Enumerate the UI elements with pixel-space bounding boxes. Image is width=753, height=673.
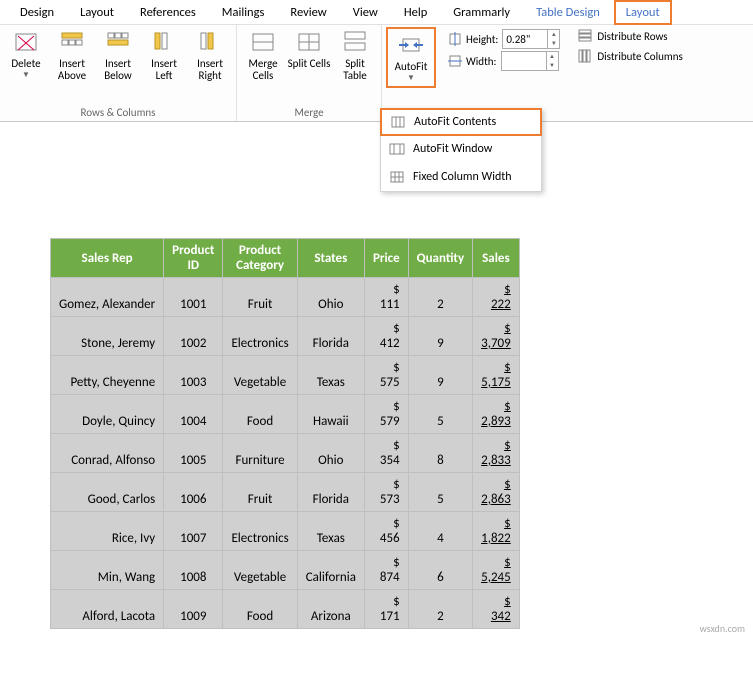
tab-layout[interactable]: Layout bbox=[68, 0, 126, 25]
fixed-width-label: Fixed Column Width bbox=[413, 170, 512, 184]
table-row[interactable]: $$ bbox=[51, 278, 520, 298]
group-cell-size: AutoFit ▼ Height: 0.28"▲▼ Width: ▲▼ bbox=[382, 25, 691, 121]
autofit-dropdown: AutoFit Contents AutoFit Window Fixed Co… bbox=[380, 108, 542, 192]
insert-left-label: Insert Left bbox=[142, 58, 186, 82]
split-table-button[interactable]: Split Table bbox=[333, 27, 377, 84]
th-price[interactable]: Price bbox=[364, 239, 408, 278]
split-cells-label: Split Cells bbox=[288, 58, 331, 70]
table-row[interactable]: Gomez, Alexander1001FruitOhio1112222 bbox=[51, 297, 520, 317]
insert-left-icon bbox=[151, 29, 177, 55]
distribute-rows-label: Distribute Rows bbox=[597, 30, 667, 43]
th-sales[interactable]: Sales bbox=[473, 239, 520, 278]
merge-cells-icon bbox=[250, 29, 276, 55]
tab-help[interactable]: Help bbox=[392, 0, 439, 25]
table-row[interactable]: Rice, Ivy1007ElectronicsTexas45641,822 bbox=[51, 531, 520, 551]
table-row[interactable]: Doyle, Quincy1004FoodHawaii57952,893 bbox=[51, 414, 520, 434]
th-category[interactable]: ProductCategory bbox=[223, 239, 297, 278]
data-table[interactable]: Sales Rep ProductID ProductCategory Stat… bbox=[50, 238, 520, 629]
table-row[interactable]: $$ bbox=[51, 590, 520, 610]
distribute-cols-icon bbox=[578, 49, 592, 63]
tab-mailings[interactable]: Mailings bbox=[210, 0, 277, 25]
table-row[interactable]: $$ bbox=[51, 395, 520, 415]
split-table-label: Split Table bbox=[333, 58, 377, 82]
insert-right-button[interactable]: Insert Right bbox=[188, 27, 232, 84]
table-row[interactable]: $$ bbox=[51, 356, 520, 376]
fixed-width-icon bbox=[389, 169, 405, 185]
table-row[interactable]: Conrad, Alfonso1005FurnitureOhio35482,83… bbox=[51, 453, 520, 473]
table-row[interactable]: Min, Wang1008VegetableCalifornia87465,24… bbox=[51, 570, 520, 590]
insert-left-button[interactable]: Insert Left bbox=[142, 27, 186, 84]
autofit-icon bbox=[398, 32, 424, 58]
insert-right-icon bbox=[197, 29, 223, 55]
autofit-contents-item[interactable]: AutoFit Contents bbox=[380, 108, 542, 136]
autofit-contents-label: AutoFit Contents bbox=[414, 115, 496, 129]
watermark: wsxdn.com bbox=[700, 622, 745, 635]
insert-below-label: Insert Below bbox=[96, 58, 140, 82]
height-icon bbox=[448, 32, 462, 46]
delete-icon bbox=[13, 29, 39, 55]
th-product-id[interactable]: ProductID bbox=[164, 239, 223, 278]
insert-above-label: Insert Above bbox=[50, 58, 94, 82]
group-rows-cols-label: Rows & Columns bbox=[4, 104, 232, 121]
autofit-button[interactable]: AutoFit ▼ bbox=[389, 30, 433, 85]
cell-size-controls: Height: 0.28"▲▼ Width: ▲▼ bbox=[444, 27, 564, 73]
ribbon: Delete ▼ Insert Above Insert Below Inser… bbox=[0, 24, 753, 122]
table-row[interactable]: $$ bbox=[51, 551, 520, 571]
merge-cells-button[interactable]: Merge Cells bbox=[241, 27, 285, 84]
table-row[interactable]: Petty, Cheyenne1003VegetableTexas57595,1… bbox=[51, 375, 520, 395]
split-cells-button[interactable]: Split Cells bbox=[287, 27, 331, 72]
autofit-window-icon bbox=[389, 141, 405, 157]
table-row[interactable]: $$ bbox=[51, 317, 520, 337]
group-merge-label: Merge bbox=[241, 104, 377, 121]
tab-design[interactable]: Design bbox=[8, 0, 66, 25]
table-row[interactable]: $$ bbox=[51, 512, 520, 532]
split-cells-icon bbox=[296, 29, 322, 55]
ribbon-tabs: Design Layout References Mailings Review… bbox=[0, 0, 753, 24]
merge-cells-label: Merge Cells bbox=[241, 58, 285, 82]
table-row[interactable]: $$ bbox=[51, 473, 520, 493]
distribute-cols-label: Distribute Columns bbox=[597, 50, 682, 63]
distribute-cols-button[interactable]: Distribute Columns bbox=[574, 47, 686, 65]
th-qty[interactable]: Quantity bbox=[408, 239, 472, 278]
insert-below-button[interactable]: Insert Below bbox=[96, 27, 140, 84]
th-sales-rep[interactable]: Sales Rep bbox=[51, 239, 164, 278]
insert-above-icon bbox=[59, 29, 85, 55]
tab-review[interactable]: Review bbox=[278, 0, 338, 25]
autofit-window-item[interactable]: AutoFit Window bbox=[381, 135, 541, 163]
th-states[interactable]: States bbox=[297, 239, 364, 278]
insert-right-label: Insert Right bbox=[188, 58, 232, 82]
table-row[interactable]: Good, Carlos1006FruitFlorida57352,863 bbox=[51, 492, 520, 512]
table-row[interactable]: $$ bbox=[51, 434, 520, 454]
group-rows-columns: Delete ▼ Insert Above Insert Below Inser… bbox=[0, 25, 237, 121]
autofit-label: AutoFit bbox=[395, 61, 428, 73]
distribute-rows-button[interactable]: Distribute Rows bbox=[574, 27, 686, 45]
width-input[interactable]: ▲▼ bbox=[501, 51, 559, 71]
tab-table-design[interactable]: Table Design bbox=[524, 0, 612, 25]
table-row[interactable]: Stone, Jeremy1002ElectronicsFlorida41293… bbox=[51, 336, 520, 356]
autofit-contents-icon bbox=[390, 114, 406, 130]
autofit-highlight: AutoFit ▼ bbox=[386, 27, 436, 88]
fixed-width-item[interactable]: Fixed Column Width bbox=[381, 163, 541, 191]
autofit-window-label: AutoFit Window bbox=[413, 142, 492, 156]
height-label: Height: bbox=[466, 33, 498, 46]
distribute-rows-icon bbox=[578, 29, 592, 43]
delete-button[interactable]: Delete ▼ bbox=[4, 27, 48, 82]
tab-view[interactable]: View bbox=[341, 0, 390, 25]
split-table-icon bbox=[342, 29, 368, 55]
width-icon bbox=[448, 54, 462, 68]
tab-references[interactable]: References bbox=[128, 0, 208, 25]
tab-grammarly[interactable]: Grammarly bbox=[441, 0, 522, 25]
insert-below-icon bbox=[105, 29, 131, 55]
table-header-row: Sales Rep ProductID ProductCategory Stat… bbox=[51, 239, 520, 278]
table-row[interactable]: Alford, Lacota1009FoodArizona1712342 bbox=[51, 609, 520, 629]
insert-above-button[interactable]: Insert Above bbox=[50, 27, 94, 84]
width-label: Width: bbox=[466, 55, 497, 68]
tab-table-layout[interactable]: Layout bbox=[614, 0, 672, 25]
group-merge: Merge Cells Split Cells Split Table Merg… bbox=[237, 25, 382, 121]
height-input[interactable]: 0.28"▲▼ bbox=[502, 29, 560, 49]
delete-label: Delete bbox=[11, 58, 40, 70]
